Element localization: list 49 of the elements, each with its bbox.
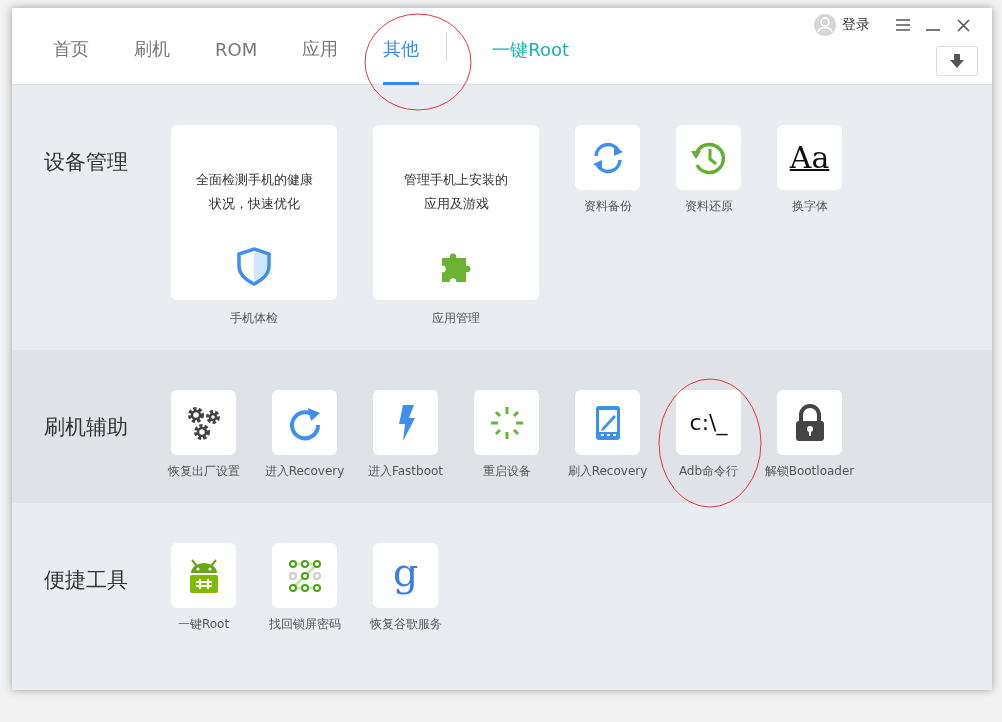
glyph-icon: c:\_ xyxy=(689,410,728,435)
tool-label: 重启设备 xyxy=(482,463,531,480)
nav-tab[interactable]: ROM xyxy=(215,8,258,85)
tool-label: 找回锁屏密码 xyxy=(268,616,341,633)
tool-label: 恢复谷歌服务 xyxy=(369,616,442,633)
section-title: 刷机辅助 xyxy=(44,414,129,441)
glyph-icon: Aa xyxy=(789,140,830,175)
close-icon[interactable] xyxy=(956,18,970,32)
login-link[interactable]: 登录 xyxy=(842,16,870,34)
feature-card[interactable]: 管理手机上安装的 应用及游戏 xyxy=(373,125,539,300)
tool-tile[interactable] xyxy=(373,390,438,455)
tool-tile[interactable] xyxy=(272,543,337,608)
tool-tile[interactable]: c:\_ xyxy=(676,390,741,455)
download-button[interactable] xyxy=(936,46,978,76)
tool-label: 资料还原 xyxy=(684,198,733,215)
tool-tile[interactable] xyxy=(272,390,337,455)
tool-label: 应用管理 xyxy=(432,310,480,327)
tool-tile[interactable] xyxy=(777,390,842,455)
tool-tile[interactable]: Aa xyxy=(777,125,842,190)
tool-tile[interactable] xyxy=(575,390,640,455)
download-arrow-icon xyxy=(950,54,964,68)
tool-label: 手机体检 xyxy=(230,310,278,327)
tool-label: 进入Fastboot xyxy=(367,463,444,480)
root-link[interactable]: 一键Root xyxy=(492,30,569,62)
tool-label: 刷入Recovery xyxy=(567,463,648,480)
tool-label: 换字体 xyxy=(791,198,828,215)
tool-label: 解锁Bootloader xyxy=(764,463,855,480)
menu-icon[interactable] xyxy=(896,19,910,31)
tool-label: 进入Recovery xyxy=(264,463,345,480)
shield-icon xyxy=(234,246,274,286)
nav-tab[interactable]: 首页 xyxy=(53,8,89,85)
card-description: 全面检测手机的健康 状况，快速优化 xyxy=(195,171,313,213)
tool-tile[interactable] xyxy=(171,543,236,608)
tool-tile[interactable] xyxy=(676,125,741,190)
nav-tab[interactable]: 刷机 xyxy=(134,8,170,85)
tool-tile[interactable]: g xyxy=(373,543,438,608)
tool-tile[interactable] xyxy=(575,125,640,190)
tool-tile[interactable] xyxy=(474,390,539,455)
tool-label: 一键Root xyxy=(177,616,230,633)
nav-tab[interactable]: 其他 xyxy=(383,8,420,85)
tool-label: 恢复出厂设置 xyxy=(167,463,240,480)
tool-tile[interactable] xyxy=(171,390,236,455)
card-description: 管理手机上安装的 应用及游戏 xyxy=(404,171,508,213)
section-title: 设备管理 xyxy=(44,149,129,176)
tool-label: 资料备份 xyxy=(583,198,632,215)
tool-label: Adb命令行 xyxy=(678,463,739,480)
nav-tab[interactable]: 应用 xyxy=(302,8,339,85)
section-title: 便捷工具 xyxy=(44,567,129,594)
feature-card[interactable]: 全面检测手机的健康 状况，快速优化 xyxy=(171,125,337,300)
